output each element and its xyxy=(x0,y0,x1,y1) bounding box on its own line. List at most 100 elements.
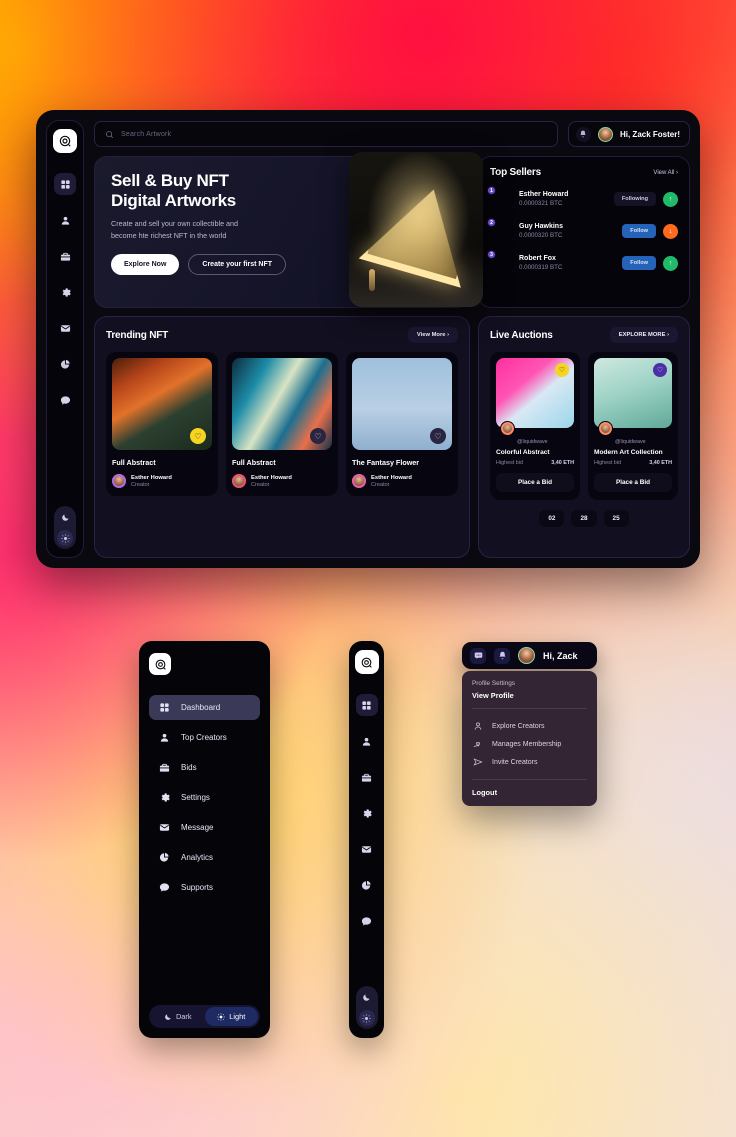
explore-more-button[interactable]: EXPLORE MORE › xyxy=(609,327,678,343)
menu-item-invite-creators[interactable]: Invite Creators xyxy=(472,753,587,771)
nft-creator: Esther Howard Creator xyxy=(232,474,332,488)
theme-toggle-rail[interactable] xyxy=(54,506,76,549)
seller-row[interactable]: 3 Robert Fox 0.0000319 BTC Follow ↑ xyxy=(487,250,678,274)
logout-button[interactable]: Logout xyxy=(472,788,587,797)
seller-row[interactable]: 2 Guy Hawkins 0.0000320 BTC Follow ↓ xyxy=(487,218,678,242)
sidebar-item-settings[interactable] xyxy=(54,281,76,303)
sidebar-item-bids[interactable] xyxy=(54,245,76,267)
menu-item-manages-membership[interactable]: Manages Membership xyxy=(472,735,587,753)
sidebar-item-message[interactable] xyxy=(54,317,76,339)
sidebar-item-message[interactable] xyxy=(356,838,378,860)
sidebar-item-top-creators[interactable]: Top Creators xyxy=(149,725,260,750)
auctions-header: Live Auctions EXPLORE MORE › xyxy=(490,327,678,343)
follow-button[interactable]: Follow xyxy=(622,256,656,270)
sidebar-collapsed-items xyxy=(355,694,378,932)
sidebar-item-supports[interactable]: Supports xyxy=(149,875,260,900)
trending-nft-panel: Trending NFT View More › ♡ Full Abstract… xyxy=(94,316,470,558)
moon-icon[interactable] xyxy=(359,989,375,1005)
sidebar-item-top-creators[interactable] xyxy=(356,730,378,752)
hero-title-line2: Digital Artworks xyxy=(111,191,236,211)
app-logo-icon[interactable] xyxy=(149,653,171,675)
bell-icon[interactable] xyxy=(575,126,591,142)
avatar[interactable] xyxy=(597,126,613,142)
greeting-text: Hi, Zack Foster! xyxy=(619,129,680,139)
heart-icon[interactable]: ♡ xyxy=(555,363,569,377)
follow-button[interactable]: Follow xyxy=(622,224,656,238)
sidebar-item-label: Top Creators xyxy=(181,733,227,742)
seller-name: Guy Hawkins xyxy=(519,223,563,230)
sun-icon xyxy=(217,1012,225,1021)
bell-icon[interactable] xyxy=(494,647,510,664)
dark-mode-button[interactable]: Dark xyxy=(151,1007,205,1026)
chat-bubble-icon[interactable] xyxy=(470,647,486,664)
user-box[interactable]: Hi, Zack Foster! xyxy=(567,121,690,147)
sidebar-item-label: Bids xyxy=(181,763,197,772)
sidebar-item-analytics[interactable] xyxy=(54,353,76,375)
sidebar-item-label: Dashboard xyxy=(181,703,221,712)
menu-item-label: Explore Creators xyxy=(492,722,545,730)
heart-icon[interactable]: ♡ xyxy=(310,428,326,444)
heart-icon[interactable]: ♡ xyxy=(653,363,667,377)
auction-card[interactable]: ♡ @liquidwave Modern Art Collection High… xyxy=(588,352,678,500)
nft-title: Full Abstract xyxy=(112,458,156,467)
sidebar-item-bids[interactable]: Bids xyxy=(149,755,260,780)
heart-icon[interactable]: ♡ xyxy=(190,428,206,444)
sidebar-item-label: Analytics xyxy=(181,853,214,862)
nft-creator: Esther Howard Creator xyxy=(352,474,452,488)
view-more-button[interactable]: View More › xyxy=(407,327,458,343)
auction-thumbnail: ♡ xyxy=(594,358,672,436)
auction-bid-row: Highest bid 3,40 ETH xyxy=(496,460,574,466)
search-input[interactable]: Search Artwork xyxy=(121,131,171,138)
sidebar-item-supports[interactable] xyxy=(54,389,76,411)
sun-icon[interactable] xyxy=(358,1010,375,1026)
nft-card[interactable]: ♡ The Fantasy Flower Esther Howard Creat… xyxy=(346,352,458,496)
menu-item-explore-creators[interactable]: Explore Creators xyxy=(472,717,587,735)
theme-toggle-rail[interactable] xyxy=(355,986,378,1029)
create-first-nft-button[interactable]: Create your first NFT xyxy=(188,253,287,275)
seller-row[interactable]: 1 Esther Howard 0.0000321 BTC Following … xyxy=(487,186,678,210)
creator-name: Esther Howard xyxy=(131,474,172,481)
divider xyxy=(472,779,587,780)
auction-card[interactable]: ♡ @liquidwave Colorful Abstract Highest … xyxy=(490,352,580,500)
avatar[interactable] xyxy=(518,647,535,664)
heart-icon[interactable]: ♡ xyxy=(430,428,446,444)
moon-icon[interactable] xyxy=(57,509,73,525)
seller-btc: 0.0000320 BTC xyxy=(519,232,563,239)
sidebar-item-bids[interactable] xyxy=(356,766,378,788)
place-a-bid-button[interactable]: Place a Bid xyxy=(594,473,672,492)
creator-role: Creator xyxy=(131,481,150,488)
avatar xyxy=(112,474,126,488)
sidebar-item-message[interactable]: Message xyxy=(149,815,260,840)
avatar xyxy=(598,421,613,436)
creator-role: Creator xyxy=(251,481,270,488)
sidebar-item-analytics[interactable]: Analytics xyxy=(149,845,260,870)
main-content: Search Artwork Hi, Zack Foster! Sell & B… xyxy=(94,120,690,558)
sidebar-collapsed-mock xyxy=(349,641,384,1038)
place-a-bid-button[interactable]: Place a Bid xyxy=(496,473,574,492)
sun-icon[interactable] xyxy=(57,530,73,546)
view-profile-link[interactable]: View Profile xyxy=(472,691,587,700)
seller-name: Robert Fox xyxy=(519,255,556,262)
follow-button[interactable]: Following xyxy=(613,192,656,206)
explore-now-button[interactable]: Explore Now xyxy=(111,253,180,275)
sidebar-item-dashboard[interactable] xyxy=(355,694,378,716)
top-sellers-header: Top Sellers View All › xyxy=(490,167,678,178)
timer-hours: 02 xyxy=(539,510,565,527)
view-all-link[interactable]: View All › xyxy=(653,170,678,176)
timer-minutes: 28 xyxy=(571,510,597,527)
divider xyxy=(472,708,587,709)
nft-card[interactable]: ♡ Full Abstract Esther Howard Creator xyxy=(106,352,218,496)
sidebar-item-settings[interactable]: Settings xyxy=(149,785,260,810)
sidebar-item-dashboard[interactable]: Dashboard xyxy=(149,695,260,720)
sidebar-item-settings[interactable] xyxy=(356,802,378,824)
sidebar-item-top-creators[interactable] xyxy=(54,209,76,231)
app-logo-icon[interactable] xyxy=(354,650,379,674)
app-logo-icon[interactable] xyxy=(53,129,77,153)
light-mode-button[interactable]: Light xyxy=(204,1007,258,1026)
search-bar[interactable]: Search Artwork xyxy=(94,121,558,147)
sidebar-item-supports[interactable] xyxy=(356,910,378,932)
nft-card[interactable]: ♡ Full Abstract Esther Howard Creator xyxy=(226,352,338,496)
sidebar-item-analytics[interactable] xyxy=(356,874,378,896)
sidebar-item-dashboard[interactable] xyxy=(54,173,76,195)
sidebar-expanded-mock: Dashboard Top Creators Bids Settings Mes… xyxy=(139,641,270,1038)
